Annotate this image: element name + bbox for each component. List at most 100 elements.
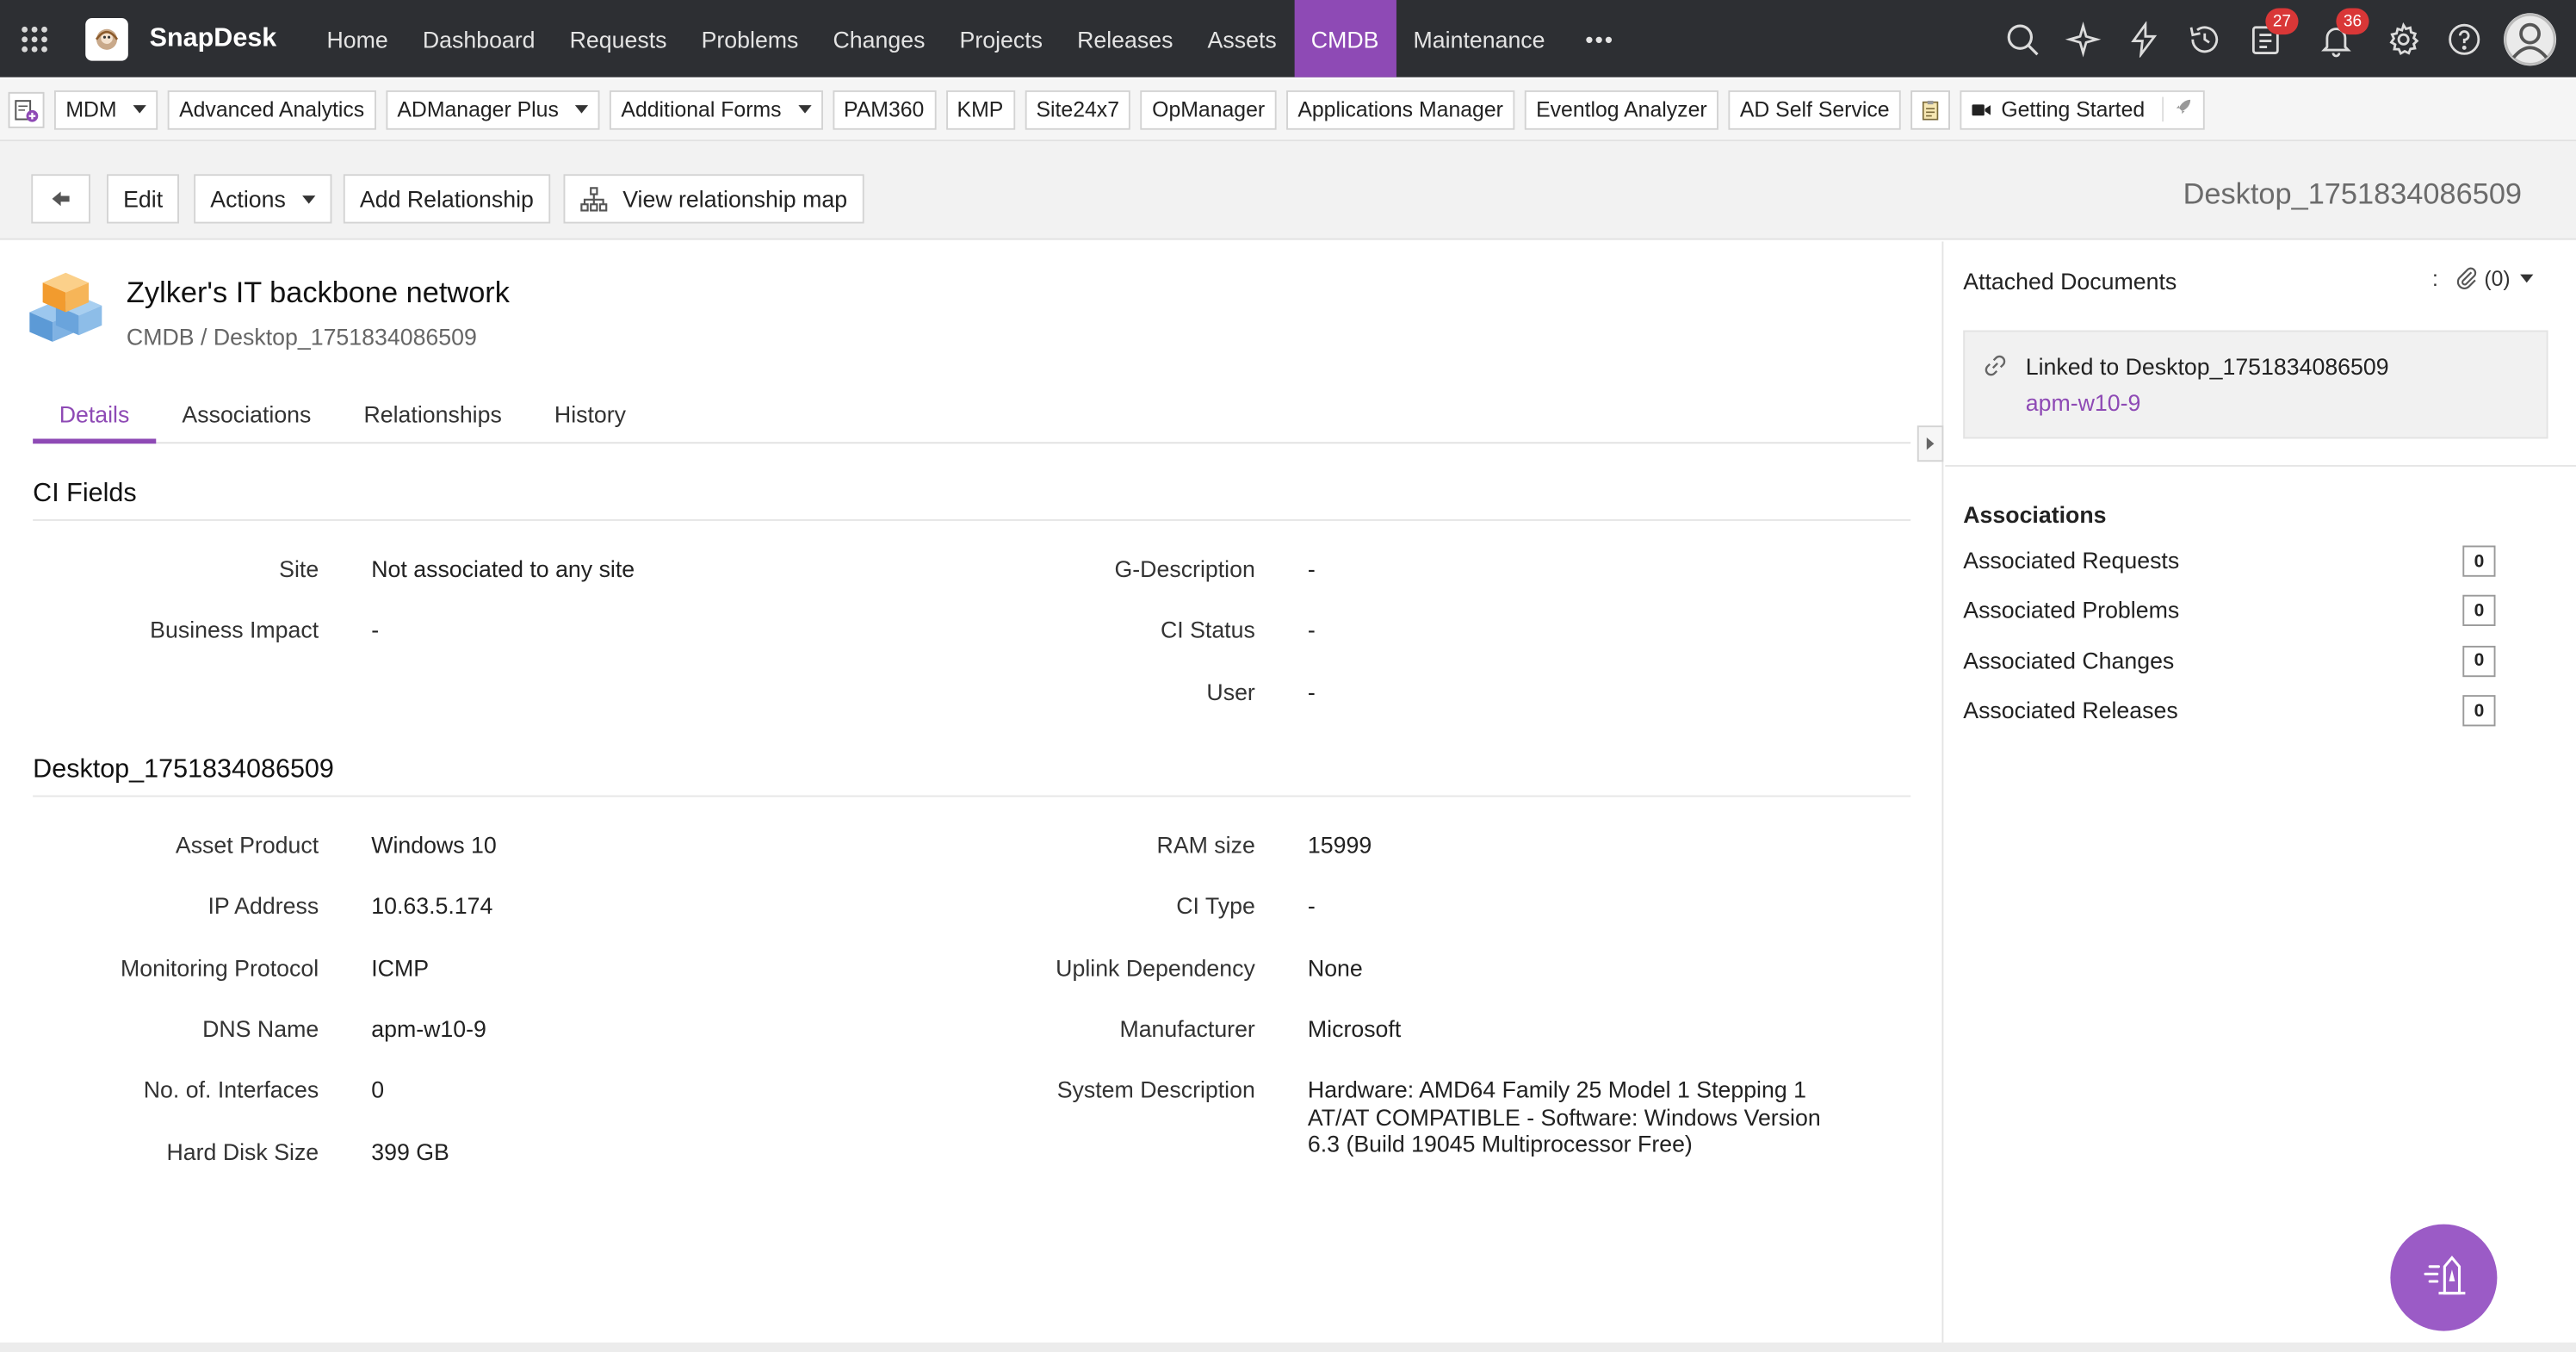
search-icon[interactable] [1991, 0, 2053, 78]
field-value: apm-w10-9 [371, 1015, 486, 1042]
apps-grid-icon[interactable] [0, 0, 69, 78]
integration-opmanager[interactable]: OpManager [1140, 89, 1277, 129]
user-avatar[interactable] [2504, 12, 2557, 65]
integration-label: ADManager Plus [397, 96, 559, 122]
integration-eventlog-analyzer[interactable]: Eventlog Analyzer [1524, 89, 1719, 129]
lightning-icon[interactable] [2113, 0, 2174, 78]
field-value: 0 [371, 1076, 385, 1103]
bottom-scroll-strip [0, 1342, 2576, 1352]
chevron-down-icon [574, 105, 589, 114]
tasks-badge: 27 [2265, 8, 2299, 35]
more-nav-icon[interactable]: ••• [1563, 26, 1638, 53]
ci-title: Zylker's IT backbone network [126, 276, 510, 309]
field-value: - [1307, 892, 1316, 920]
nav-item-assets[interactable]: Assets [1191, 0, 1294, 78]
field-value: None [1307, 953, 1363, 981]
app-logo[interactable] [85, 17, 128, 60]
integration-label: Advanced Analytics [179, 96, 365, 122]
association-associated-changes[interactable]: Associated Changes [1963, 647, 2174, 673]
video-camera-icon [1972, 103, 1991, 115]
association-associated-releases[interactable]: Associated Releases [1963, 697, 2177, 723]
nav-item-home[interactable]: Home [309, 0, 405, 78]
field-value: 399 GB [371, 1138, 449, 1164]
edit-button[interactable]: Edit [107, 174, 180, 224]
field-value: 10.63.5.174 [371, 892, 493, 920]
tab-history[interactable]: History [528, 385, 652, 444]
quick-actions-fab[interactable] [2390, 1224, 2498, 1331]
integration-additional-forms[interactable]: Additional Forms [610, 89, 823, 129]
field-label: IP Address [207, 892, 319, 920]
linked-ci-link[interactable]: apm-w10-9 [2026, 389, 2141, 416]
relationship-map-icon [580, 186, 608, 211]
getting-started-button[interactable]: Getting Started [1960, 89, 2204, 129]
history-icon[interactable] [2173, 0, 2234, 78]
top-navigation-bar: SnapDesk Home Dashboard Requests Problems Ch… [0, 0, 2576, 78]
add-relationship-button[interactable]: Add Relationship [343, 174, 550, 224]
nav-item-changes[interactable]: Changes [815, 0, 942, 78]
integration-site24x7[interactable]: Site24x7 [1025, 89, 1131, 129]
integration-pam360[interactable]: PAM360 [832, 89, 936, 129]
integration-mdm[interactable]: MDM [53, 89, 158, 129]
app-root: SnapDesk Home Dashboard Requests Problems Ch… [0, 0, 2576, 1352]
field-label: CI Status [1160, 617, 1255, 643]
integration-admanager-plus[interactable]: ADManager Plus [386, 89, 600, 129]
new-request-icon[interactable] [8, 90, 45, 127]
attached-documents-title: Attached Documents [1963, 268, 2177, 295]
nav-item-maintenance[interactable]: Maintenance [1396, 0, 1563, 78]
field-label: No. of. Interfaces [143, 1076, 319, 1103]
ci-network-icon [23, 266, 108, 345]
nav-item-cmdb[interactable]: CMDB [1293, 0, 1396, 78]
integration-label: AD Self Service [1739, 96, 1890, 122]
tab-details[interactable]: Details [33, 385, 156, 444]
actions-dropdown[interactable]: Actions [194, 174, 332, 224]
association-count-badge: 0 [2462, 645, 2496, 677]
chevron-right-icon [1926, 437, 1935, 450]
ai-sparkle-icon[interactable] [2052, 0, 2113, 78]
colon-separator: : [2432, 266, 2438, 291]
field-label: Hard Disk Size [166, 1138, 319, 1164]
collapse-panel-toggle[interactable] [1917, 425, 1944, 462]
nav-item-projects[interactable]: Projects [942, 0, 1060, 78]
link-icon [1985, 355, 2006, 376]
field-value: Windows 10 [371, 831, 497, 859]
tab-associations[interactable]: Associations [156, 385, 337, 444]
field-label: RAM size [1156, 831, 1255, 859]
actions-label: Actions [210, 185, 286, 213]
help-icon[interactable] [2433, 0, 2494, 78]
nav-item-requests[interactable]: Requests [553, 0, 684, 78]
field-value: 15999 [1307, 831, 1372, 859]
integration-advanced-analytics[interactable]: Advanced Analytics [167, 89, 376, 129]
ci-name-heading: Desktop_1751834086509 [2183, 177, 2523, 211]
integration-applications-manager[interactable]: Applications Manager [1285, 89, 1515, 129]
integration-label: Site24x7 [1036, 96, 1119, 122]
back-arrow-icon [52, 191, 70, 207]
getting-started-label: Getting Started [2001, 96, 2146, 122]
notes-clipboard-icon[interactable] [1910, 89, 1951, 129]
notifications-bell-icon[interactable]: 36 [2305, 0, 2369, 78]
view-relationship-map-button[interactable]: View relationship map [563, 174, 864, 224]
field-label: CI Type [1176, 892, 1255, 920]
back-button[interactable] [31, 174, 90, 224]
settings-gear-icon[interactable] [2372, 0, 2433, 78]
field-value: - [1307, 678, 1316, 704]
integration-ad-self-service[interactable]: AD Self Service [1728, 89, 1901, 129]
field-value: Not associated to any site [371, 555, 635, 582]
top-icon-group: 27 36 [1991, 0, 2576, 78]
tasks-icon[interactable]: 27 [2234, 0, 2299, 78]
nav-item-releases[interactable]: Releases [1060, 0, 1190, 78]
integration-label: Applications Manager [1297, 96, 1503, 122]
integration-label: PAM360 [844, 96, 925, 122]
integration-kmp[interactable]: KMP [945, 89, 1015, 129]
attachments-count: (0) [2484, 266, 2511, 291]
nav-item-problems[interactable]: Problems [684, 0, 816, 78]
section-divider [33, 518, 1911, 521]
field-label: DNS Name [202, 1015, 319, 1042]
association-associated-problems[interactable]: Associated Problems [1963, 597, 2179, 623]
view-relationship-map-label: View relationship map [622, 185, 848, 213]
chevron-down-icon [2520, 274, 2534, 283]
tab-relationships[interactable]: Relationships [337, 385, 528, 444]
attachments-dropdown[interactable]: : (0) [2432, 266, 2534, 291]
nav-item-dashboard[interactable]: Dashboard [406, 0, 553, 78]
association-associated-requests[interactable]: Associated Requests [1963, 547, 2179, 574]
chevron-down-icon [133, 105, 146, 114]
